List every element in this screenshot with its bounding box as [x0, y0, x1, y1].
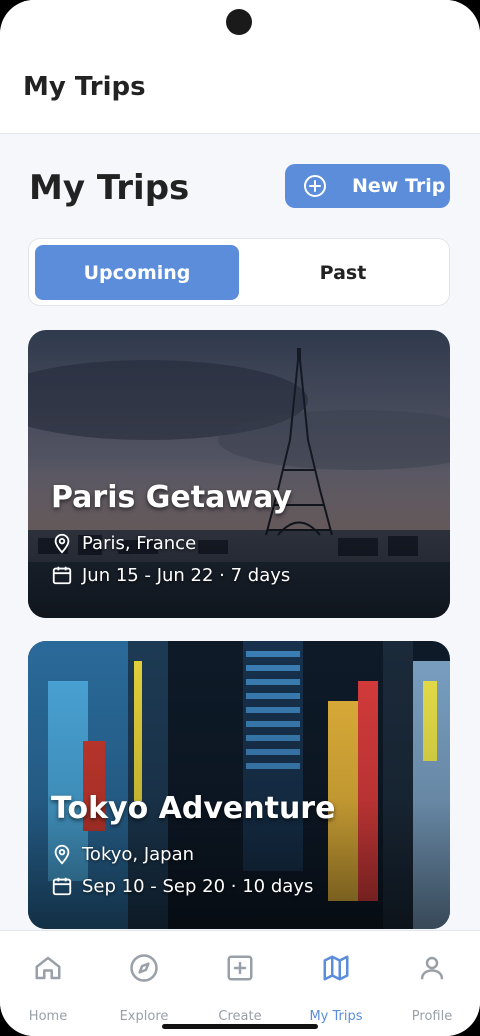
trip-location-text: Tokyo, Japan: [82, 843, 195, 865]
trip-location: Paris, France: [51, 532, 196, 554]
camera-notch: [226, 9, 252, 35]
trip-dates-text: Sep 10 - Sep 20 · 10 days: [82, 875, 314, 897]
trip-card-tokyo[interactable]: Tokyo Adventure Tokyo, Japan Sep 10 - Se…: [28, 641, 450, 929]
map-icon: [323, 955, 349, 981]
nav-my-trips[interactable]: My Trips: [288, 951, 384, 1024]
nav-explore[interactable]: Explore: [96, 951, 192, 1024]
plus-square-icon: [227, 955, 253, 981]
nav-profile[interactable]: Profile: [384, 951, 480, 1024]
home-icon: [35, 956, 61, 980]
bottom-navigation: Home Explore Create My Trips Profile: [0, 930, 480, 1036]
compass-icon: [130, 954, 158, 982]
calendar-icon: [52, 566, 72, 585]
trip-dates-text: Jun 15 - Jun 22 · 7 days: [82, 564, 291, 586]
tab-upcoming[interactable]: Upcoming: [35, 245, 239, 300]
trip-title: Tokyo Adventure: [51, 791, 336, 826]
nav-my-trips-label: My Trips: [309, 1009, 363, 1024]
plus-circle-icon: [304, 175, 326, 197]
nav-explore-label: Explore: [119, 1009, 169, 1024]
page-title: My Trips: [29, 168, 190, 208]
trip-dates: Sep 10 - Sep 20 · 10 days: [51, 875, 313, 897]
user-icon: [420, 956, 444, 980]
location-pin-icon: [54, 533, 70, 554]
nav-home-label: Home: [28, 1009, 68, 1024]
app-bar-title: My Trips: [23, 72, 146, 102]
location-pin-icon: [54, 844, 70, 865]
trip-dates: Jun 15 - Jun 22 · 7 days: [51, 564, 290, 586]
trip-location: Tokyo, Japan: [51, 843, 194, 865]
nav-create[interactable]: Create: [192, 951, 288, 1024]
nav-profile-label: Profile: [411, 1009, 453, 1024]
nav-create-label: Create: [218, 1009, 262, 1024]
new-trip-label: New Trip: [352, 175, 446, 197]
trip-title: Paris Getaway: [51, 480, 292, 515]
trip-tabs: Upcoming Past: [28, 238, 450, 306]
trip-card-paris[interactable]: Paris Getaway Paris, France Jun 15 - Jun…: [28, 330, 450, 618]
nav-home[interactable]: Home: [0, 951, 96, 1024]
tab-past[interactable]: Past: [241, 245, 445, 300]
home-indicator: [162, 1024, 318, 1029]
phone-screen: My Trips My Trips New Trip Upcoming Past: [0, 0, 480, 1036]
calendar-icon: [52, 877, 72, 896]
new-trip-button[interactable]: New Trip: [285, 164, 450, 208]
trip-location-text: Paris, France: [82, 532, 197, 554]
